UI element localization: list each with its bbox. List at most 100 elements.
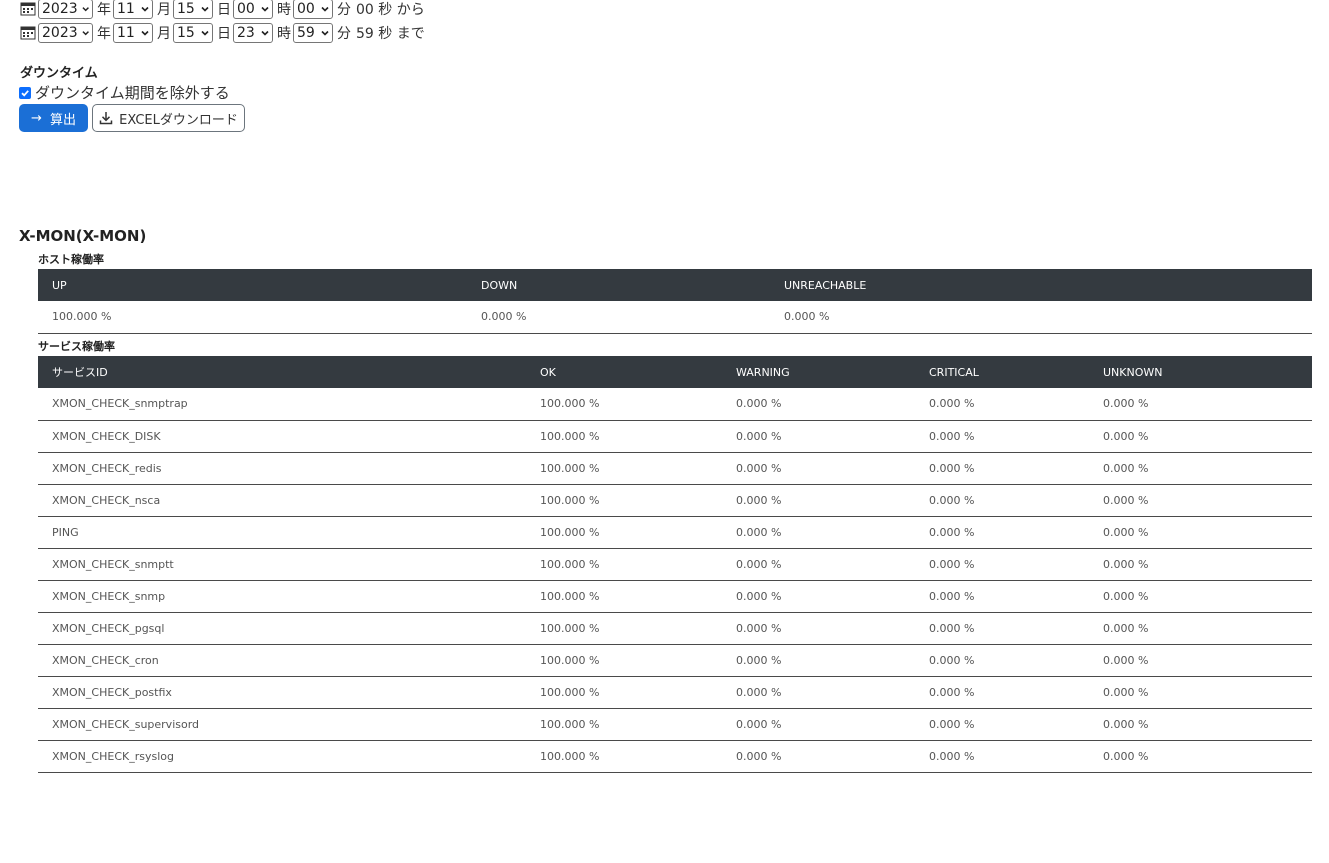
cell-service-id: XMON_CHECK_pgsql [38, 612, 526, 645]
chevron-down-icon [201, 6, 209, 12]
to-month-select[interactable]: 11 [113, 23, 153, 43]
checkmark-icon [21, 89, 29, 97]
table-row: PING 100.000 % 0.000 % 0.000 % 0.000 % [38, 516, 1312, 549]
to-minute-value: 59 [297, 25, 315, 41]
cell-warning: 0.000 % [722, 676, 915, 709]
table-row: XMON_CHECK_redis 100.000 % 0.000 % 0.000 % 0… [38, 452, 1312, 485]
month-unit: 月 [157, 2, 171, 18]
downtime-exclude-checkbox[interactable] [19, 86, 31, 99]
cell-down: 0.000 % [467, 301, 770, 334]
table-row: XMON_CHECK_postfix 100.000 % 0.000 % 0.000 … [38, 676, 1312, 709]
cell-critical: 0.000 % [915, 548, 1089, 581]
from-hour-select[interactable]: 00 [233, 0, 273, 19]
to-hour-value: 23 [237, 25, 255, 41]
cell-critical: 0.000 % [915, 452, 1089, 485]
chevron-down-icon [261, 30, 269, 36]
cell-service-id: XMON_CHECK_supervisord [38, 708, 526, 741]
cell-unknown: 0.000 % [1089, 580, 1312, 613]
cell-ok: 100.000 % [526, 388, 722, 421]
col-header-unreachable: UNREACHABLE [770, 269, 1312, 301]
host-rate-title: ホスト稼働率 [38, 253, 104, 266]
cell-unknown: 0.000 % [1089, 420, 1312, 453]
cell-service-id: XMON_CHECK_snmp [38, 580, 526, 613]
downtime-exclude-option[interactable]: ダウンタイム期間を除外する [19, 82, 230, 103]
service-rate-title: サービス稼働率 [38, 340, 115, 353]
month-unit: 月 [157, 26, 171, 42]
cell-unknown: 0.000 % [1089, 452, 1312, 485]
from-year-value: 2023 [42, 1, 78, 17]
to-day-select[interactable]: 15 [173, 23, 213, 43]
cell-ok: 100.000 % [526, 740, 722, 773]
table-row: XMON_CHECK_nsca 100.000 % 0.000 % 0.000 % 0.… [38, 484, 1312, 517]
calendar-icon[interactable] [20, 1, 36, 17]
cell-service-id: XMON_CHECK_rsyslog [38, 740, 526, 773]
from-month-value: 11 [117, 1, 135, 17]
host-name-heading: X-MON(X-MON) [19, 227, 147, 245]
year-unit: 年 [97, 26, 111, 42]
cell-service-id: XMON_CHECK_snmptrap [38, 388, 526, 421]
calculate-button[interactable]: → 算出 [19, 104, 88, 132]
cell-ok: 100.000 % [526, 452, 722, 485]
chevron-down-icon [141, 6, 149, 12]
calendar-icon[interactable] [20, 25, 36, 41]
download-icon [99, 112, 113, 125]
chevron-down-icon [141, 30, 149, 36]
cell-warning: 0.000 % [722, 612, 915, 645]
cell-service-id: XMON_CHECK_DISK [38, 420, 526, 453]
service-rate-body: XMON_CHECK_snmptrap 100.000 % 0.000 % 0.000… [38, 388, 1312, 773]
from-minute-select[interactable]: 00 [293, 0, 333, 19]
excel-download-button[interactable]: EXCELダウンロード [92, 104, 245, 132]
from-month-select[interactable]: 11 [113, 0, 153, 19]
from-hour-value: 00 [237, 1, 255, 17]
to-year-select[interactable]: 2023 [38, 23, 93, 43]
cell-warning: 0.000 % [722, 740, 915, 773]
cell-warning: 0.000 % [722, 452, 915, 485]
from-minute-value: 00 [297, 1, 315, 17]
table-row: XMON_CHECK_snmptrap 100.000 % 0.000 % 0.000… [38, 388, 1312, 421]
cell-service-id: XMON_CHECK_cron [38, 644, 526, 677]
table-row: XMON_CHECK_DISK 100.000 % 0.000 % 0.000 % 0.… [38, 420, 1312, 453]
chevron-down-icon [321, 30, 329, 36]
to-month-value: 11 [117, 25, 135, 41]
cell-critical: 0.000 % [915, 420, 1089, 453]
col-header-critical: CRITICAL [915, 356, 1089, 388]
to-year-value: 2023 [42, 25, 78, 41]
cell-service-id: XMON_CHECK_snmptt [38, 548, 526, 581]
chevron-down-icon [82, 7, 89, 12]
downtime-title: ダウンタイム [20, 66, 98, 81]
calculate-label: 算出 [49, 112, 76, 128]
from-second-text: 00 秒 から [356, 2, 425, 18]
cell-ok: 100.000 % [526, 580, 722, 613]
cell-unknown: 0.000 % [1089, 708, 1312, 741]
cell-warning: 0.000 % [722, 516, 915, 549]
col-header-ok: OK [526, 356, 722, 388]
cell-ok: 100.000 % [526, 484, 722, 517]
cell-ok: 100.000 % [526, 516, 722, 549]
col-header-service-id: サービスID [38, 356, 526, 388]
from-year-select[interactable]: 2023 [38, 0, 93, 19]
downtime-exclude-label: ダウンタイム期間を除外する [35, 84, 230, 102]
day-unit: 日 [217, 2, 231, 18]
chevron-down-icon [261, 6, 269, 12]
excel-download-label: EXCELダウンロード [119, 112, 238, 128]
cell-critical: 0.000 % [915, 676, 1089, 709]
table-row: XMON_CHECK_rsyslog 100.000 % 0.000 % 0.000 … [38, 740, 1312, 773]
col-header-unknown: UNKNOWN [1089, 356, 1312, 388]
to-minute-select[interactable]: 59 [293, 23, 333, 43]
cell-critical: 0.000 % [915, 580, 1089, 613]
cell-unknown: 0.000 % [1089, 740, 1312, 773]
date-from-row: 2023 年 11 月 15 日 00 時 00 分 00 秒 から [20, 0, 425, 20]
table-row: XMON_CHECK_cron 100.000 % 0.000 % 0.000 % 0.… [38, 644, 1312, 677]
from-day-value: 15 [177, 1, 195, 17]
cell-ok: 100.000 % [526, 548, 722, 581]
minute-unit: 分 [337, 26, 351, 42]
from-day-select[interactable]: 15 [173, 0, 213, 19]
to-hour-select[interactable]: 23 [233, 23, 273, 43]
cell-unreachable: 0.000 % [770, 301, 1312, 334]
cell-unknown: 0.000 % [1089, 388, 1312, 421]
day-unit: 日 [217, 26, 231, 42]
host-rate-header-row: UP DOWN UNREACHABLE [38, 269, 1312, 301]
chevron-down-icon [321, 6, 329, 12]
cell-ok: 100.000 % [526, 676, 722, 709]
year-unit: 年 [97, 2, 111, 18]
